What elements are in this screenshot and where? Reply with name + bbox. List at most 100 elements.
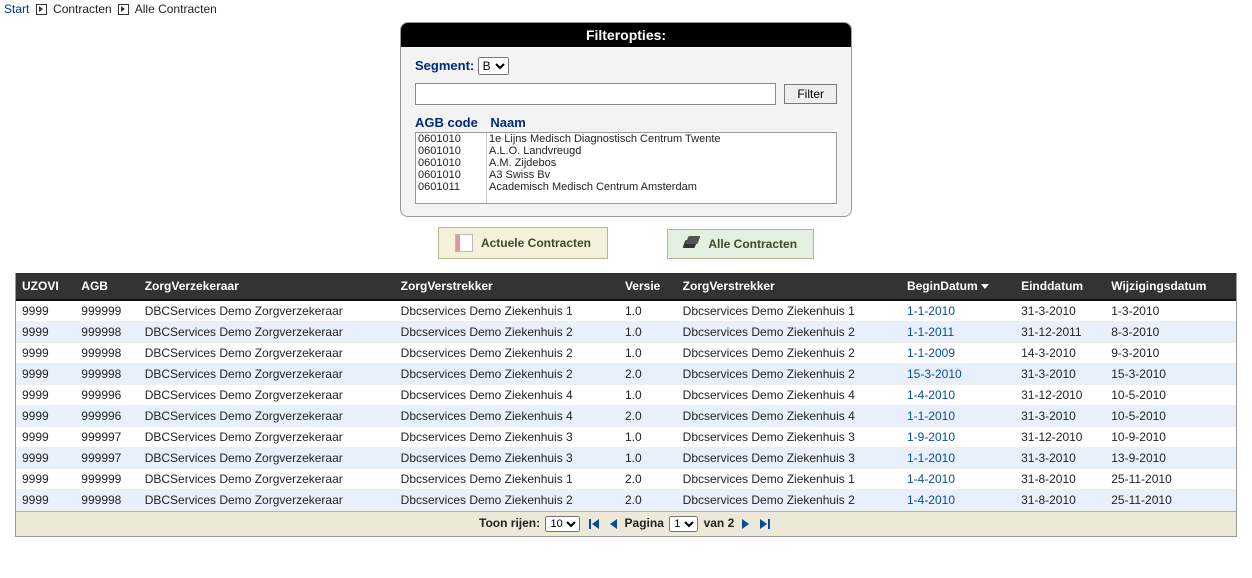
segment-label: Segment: (415, 58, 474, 73)
filter-button[interactable]: Filter (784, 84, 837, 104)
table-cell: Dbcservices Demo Ziekenhuis 2 (677, 343, 901, 364)
rows-per-page-select[interactable]: 102050 (545, 516, 580, 532)
pager-next-icon[interactable] (739, 516, 753, 530)
table-row[interactable]: 9999999999DBCServices Demo Zorgverzekera… (16, 469, 1236, 490)
agb-list-item[interactable]: 0601010 (416, 133, 486, 145)
table-row[interactable]: 9999999996DBCServices Demo Zorgverzekera… (16, 385, 1236, 406)
table-cell: Dbcservices Demo Ziekenhuis 1 (677, 469, 901, 490)
table-cell: 9-3-2010 (1105, 343, 1236, 364)
segment-select[interactable]: ABC (478, 57, 509, 75)
table-cell: 31-8-2010 (1015, 490, 1105, 511)
breadcrumb-start-link[interactable]: Start (4, 2, 29, 16)
page-select[interactable]: 12 (669, 516, 698, 532)
table-cell: 15-3-2010 (1105, 364, 1236, 385)
agb-list-item[interactable]: 0601010 (416, 145, 486, 157)
table-cell: 25-11-2010 (1105, 490, 1236, 511)
table-cell: 999997 (75, 427, 138, 448)
filter-text-input[interactable] (415, 83, 776, 105)
table-cell: 999997 (75, 448, 138, 469)
table-cell: Dbcservices Demo Ziekenhuis 3 (395, 427, 619, 448)
table-row[interactable]: 9999999997DBCServices Demo Zorgverzekera… (16, 448, 1236, 469)
table-cell: 10-5-2010 (1105, 406, 1236, 427)
table-cell: 1-4-2010 (901, 469, 1015, 490)
table-cell: 2.0 (619, 364, 677, 385)
table-cell: 1-1-2009 (901, 343, 1015, 364)
table-cell: 999998 (75, 343, 138, 364)
table-row[interactable]: 9999999996DBCServices Demo Zorgverzekera… (16, 406, 1236, 427)
table-cell: 1-1-2011 (901, 322, 1015, 343)
table-cell: 31-3-2010 (1015, 406, 1105, 427)
table-cell: 1-9-2010 (901, 427, 1015, 448)
naam-list-item[interactable]: Academisch Medisch Centrum Amsterdam (487, 181, 836, 193)
table-cell: Dbcservices Demo Ziekenhuis 4 (395, 406, 619, 427)
table-cell: Dbcservices Demo Ziekenhuis 1 (395, 300, 619, 322)
agb-code-list[interactable]: 06010100601010060101006010100601011 (416, 133, 487, 203)
table-cell: 999999 (75, 300, 138, 322)
pager-last-icon[interactable] (758, 516, 772, 530)
table-cell: 31-8-2010 (1015, 469, 1105, 490)
grid-header-cell[interactable]: Versie (619, 273, 677, 300)
table-cell: 999998 (75, 364, 138, 385)
table-row[interactable]: 9999999998DBCServices Demo Zorgverzekera… (16, 364, 1236, 385)
table-cell: 1.0 (619, 448, 677, 469)
naam-label: Naam (490, 115, 525, 130)
table-cell: DBCServices Demo Zorgverzekeraar (139, 406, 395, 427)
table-cell: DBCServices Demo Zorgverzekeraar (139, 343, 395, 364)
grid-header-cell[interactable]: Wijzigingsdatum (1105, 273, 1236, 300)
table-cell: 1.0 (619, 427, 677, 448)
contracts-grid: UZOVIAGBZorgVerzekeraarZorgVerstrekkerVe… (15, 273, 1237, 537)
table-cell: Dbcservices Demo Ziekenhuis 3 (677, 448, 901, 469)
table-cell: 1.0 (619, 300, 677, 322)
table-cell: 999998 (75, 490, 138, 511)
table-cell: Dbcservices Demo Ziekenhuis 2 (395, 322, 619, 343)
grid-header-cell[interactable]: AGB (75, 273, 138, 300)
table-cell: 2.0 (619, 490, 677, 511)
agb-list-item[interactable]: 0601010 (416, 169, 486, 181)
naam-list-item[interactable]: A.M. Zijdebos (487, 157, 836, 169)
grid-header-row: UZOVIAGBZorgVerzekeraarZorgVerstrekkerVe… (16, 273, 1236, 300)
table-cell: 31-3-2010 (1015, 364, 1105, 385)
table-cell: 999996 (75, 406, 138, 427)
table-row[interactable]: 9999999998DBCServices Demo Zorgverzekera… (16, 322, 1236, 343)
grid-header-cell[interactable]: ZorgVerstrekker (677, 273, 901, 300)
table-cell: 9999 (16, 469, 75, 490)
pager-bar: Toon rijen: 102050 Pagina 12 van 2 (16, 511, 1236, 536)
table-cell: 9999 (16, 385, 75, 406)
agb-list-item[interactable]: 0601011 (416, 181, 486, 193)
grid-header-cell[interactable]: ZorgVerzekeraar (139, 273, 395, 300)
table-cell: 25-11-2010 (1105, 469, 1236, 490)
table-row[interactable]: 9999999997DBCServices Demo Zorgverzekera… (16, 427, 1236, 448)
actuele-contracten-button[interactable]: Actuele Contracten (438, 227, 608, 259)
naam-list-item[interactable]: A.L.O. Landvreugd (487, 145, 836, 157)
table-cell: 15-3-2010 (901, 364, 1015, 385)
naam-list-item[interactable]: 1e Lijns Medisch Diagnostisch Centrum Tw… (487, 133, 836, 145)
pager-first-icon[interactable] (587, 516, 601, 530)
table-cell: 9999 (16, 448, 75, 469)
table-cell: 31-3-2010 (1015, 300, 1105, 322)
table-cell: 1-4-2010 (901, 385, 1015, 406)
table-cell: 14-3-2010 (1015, 343, 1105, 364)
grid-header-cell[interactable]: BeginDatum (901, 273, 1015, 300)
table-row[interactable]: 9999999998DBCServices Demo Zorgverzekera… (16, 343, 1236, 364)
table-row[interactable]: 9999999998DBCServices Demo Zorgverzekera… (16, 490, 1236, 511)
pager-prev-icon[interactable] (606, 516, 620, 530)
naam-list-item[interactable]: A3 Swiss Bv (487, 169, 836, 181)
grid-header-cell[interactable]: UZOVI (16, 273, 75, 300)
table-row[interactable]: 9999999999DBCServices Demo Zorgverzekera… (16, 300, 1236, 322)
table-cell: DBCServices Demo Zorgverzekeraar (139, 300, 395, 322)
table-cell: 31-12-2011 (1015, 322, 1105, 343)
table-cell: 1-1-2010 (901, 300, 1015, 322)
table-cell: 1.0 (619, 385, 677, 406)
table-cell: 10-5-2010 (1105, 385, 1236, 406)
grid-header-cell[interactable]: Einddatum (1015, 273, 1105, 300)
table-cell: 1-1-2010 (901, 406, 1015, 427)
stack-icon (684, 236, 700, 252)
table-cell: 1.0 (619, 343, 677, 364)
naam-list[interactable]: 1e Lijns Medisch Diagnostisch Centrum Tw… (487, 133, 836, 203)
agb-list-item[interactable]: 0601010 (416, 157, 486, 169)
table-cell: 31-12-2010 (1015, 385, 1105, 406)
grid-header-cell[interactable]: ZorgVerstrekker (395, 273, 619, 300)
table-cell: Dbcservices Demo Ziekenhuis 4 (677, 406, 901, 427)
alle-contracten-button[interactable]: Alle Contracten (667, 229, 814, 259)
table-cell: Dbcservices Demo Ziekenhuis 2 (677, 322, 901, 343)
